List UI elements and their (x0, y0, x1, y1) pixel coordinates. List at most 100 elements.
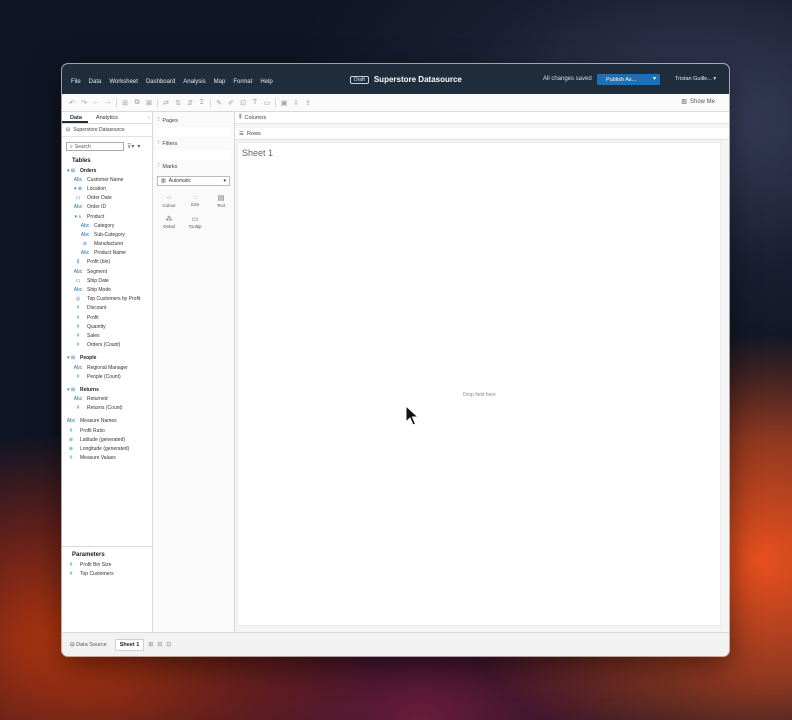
pages-card[interactable]: ⫶ Pages (153, 114, 234, 127)
rows-shelf[interactable]: ☰ Rows (235, 128, 729, 140)
menu-item-dashboard[interactable]: Dashboard (146, 79, 175, 85)
field-item[interactable]: Abc Sub-Category (62, 230, 152, 239)
field-item[interactable]: Abc Customer Name (62, 175, 152, 184)
field-item[interactable]: # Orders (Count) (62, 341, 152, 350)
datasource-item[interactable]: ⊟ Superstore Datasource (62, 124, 152, 137)
measure-icon: # (76, 314, 80, 321)
sheet-title[interactable]: Sheet 1 (238, 143, 720, 163)
table-item[interactable]: ▾ ⊞ Returns (62, 385, 152, 394)
totals-icon[interactable]: Σ (198, 99, 206, 107)
publish-as-button[interactable]: Publish As... ▾ (597, 74, 660, 85)
marks-tooltip-button[interactable]: ▭ Tooltip (183, 212, 207, 231)
field-item[interactable]: # Profit (62, 313, 152, 322)
field-item[interactable]: ▾ ⅄ Product (62, 212, 152, 221)
filters-shelf[interactable] (156, 150, 231, 160)
field-item[interactable]: Abc Regional Manager (62, 363, 152, 372)
field-item[interactable]: # Sales (62, 331, 152, 340)
group-icon[interactable]: ⊡ (239, 99, 247, 107)
menu-item-analysis[interactable]: Analysis (183, 79, 205, 85)
menu-item-data[interactable]: Data (89, 79, 102, 85)
field-item[interactable]: ⊕ Longitude (generated) (62, 444, 152, 453)
menu-item-help[interactable]: Help (260, 79, 272, 85)
field-item[interactable]: # Quantity (62, 322, 152, 331)
new-worksheet-icon[interactable]: ⊞ (148, 641, 153, 648)
tables-heading: Tables (72, 158, 91, 164)
swap-icon[interactable]: ⇄ (162, 99, 170, 107)
field-item[interactable]: Abc Product Name (62, 249, 152, 258)
tab-data[interactable]: Data (62, 112, 88, 123)
menu-item-worksheet[interactable]: Worksheet (109, 79, 138, 85)
marks-type-value: Automatic (168, 178, 191, 184)
share-icon[interactable]: ⇪ (304, 99, 312, 107)
pen-icon[interactable]: ✐ (227, 99, 235, 107)
duplicate-icon[interactable]: ⧉ (133, 99, 141, 107)
forward-icon[interactable]: → (104, 99, 112, 107)
tab-data-source[interactable]: ⊟ Data Source (66, 640, 111, 650)
parameter-item[interactable]: # Profit Bin Size (62, 560, 153, 569)
clear-icon[interactable]: ⊠ (145, 99, 153, 107)
document-title[interactable]: Superstore Datasource (374, 75, 462, 84)
field-item[interactable]: ▭ Ship Date (62, 276, 152, 285)
field-item[interactable]: # Returns (Count) (62, 404, 152, 413)
highlight-icon[interactable]: ✎ (215, 99, 223, 107)
marks-text-button[interactable]: ▤ Text (209, 191, 233, 210)
field-item[interactable]: ⊘ Manufacturer (62, 240, 152, 249)
field-item[interactable]: Abc Category (62, 221, 152, 230)
marks-detail-button[interactable]: ⁂ Detail (157, 212, 181, 231)
show-me-button[interactable]: ▥ Show Me (681, 98, 715, 106)
tab-sheet-1[interactable]: Sheet 1 (114, 638, 145, 651)
download-icon[interactable]: ⇩ (292, 99, 300, 107)
field-item[interactable]: ⊕ Latitude (generated) (62, 435, 152, 444)
redo-icon[interactable]: ↷ (80, 99, 88, 107)
sheet-canvas[interactable]: Sheet 1 Drop field here (237, 142, 721, 626)
back-icon[interactable]: ← (92, 99, 100, 107)
field-item[interactable]: ▭ Order Date (62, 194, 152, 203)
marks-size-button[interactable]: ◌ Size (183, 191, 207, 210)
dimension-icon: Abc (73, 364, 83, 371)
collapse-icon[interactable]: ‹ (140, 112, 152, 123)
new-dashboard-icon[interactable]: ⊟ (157, 641, 162, 648)
pages-shelf[interactable] (156, 127, 231, 137)
new-story-icon[interactable]: ⊡ (166, 641, 171, 648)
menu-item-map[interactable]: Map (214, 79, 226, 85)
search-input[interactable]: ⌕ Search (66, 142, 124, 151)
field-item[interactable]: Abc Measure Names (62, 417, 152, 426)
field-item[interactable]: # People (Count) (62, 372, 152, 381)
sort-asc-icon[interactable]: ⇅ (174, 99, 182, 107)
field-item[interactable]: ▾ ⊕ Location (62, 184, 152, 193)
table-item[interactable]: ▾ ⊞ Orders (62, 166, 152, 175)
field-label: Manufacturer (94, 241, 124, 248)
field-item[interactable]: # Profit Ratio (62, 426, 152, 435)
labels-icon[interactable]: T (251, 99, 259, 107)
marks-colour-button[interactable]: ⁘ Colour (157, 191, 181, 210)
menu-item-format[interactable]: Format (233, 79, 252, 85)
field-label: Ship Date (87, 277, 109, 284)
new-sheet-icon[interactable]: ⊞ (121, 99, 129, 107)
field-item[interactable]: Abc Returned (62, 395, 152, 404)
columns-shelf[interactable]: ⫼ Columns (235, 112, 729, 124)
presentation-icon[interactable]: ▣ (280, 99, 288, 107)
field-item[interactable]: Abc Segment (62, 267, 152, 276)
filter-icon[interactable]: ⊽▾ (127, 143, 134, 150)
drop-field-hint: Drop field here (463, 392, 496, 398)
chevron-down-icon[interactable]: ▾ (653, 75, 656, 82)
field-list: ▾ ⊞ Orders Abc Customer Name ▾ ⊕ Location ▭ Ord… (62, 166, 152, 463)
field-item[interactable]: Abc Ship Mode (62, 285, 152, 294)
sort-desc-icon[interactable]: ⇵ (186, 99, 194, 107)
filters-card[interactable]: ⫶ Filters (153, 137, 234, 150)
field-item[interactable]: Abc Order ID (62, 203, 152, 212)
fit-icon[interactable]: ▭ (263, 99, 271, 107)
menu-chevron-icon[interactable]: ▾ (137, 143, 140, 150)
field-item[interactable]: # Measure Values (62, 454, 152, 463)
undo-icon[interactable]: ↶ (68, 99, 76, 107)
user-menu[interactable]: Tristan Guille... ▾ (675, 76, 716, 82)
table-item[interactable]: ▾ ⊞ People (62, 354, 152, 363)
parameter-item[interactable]: # Top Customers (62, 569, 153, 578)
field-item[interactable]: ⫼ Profit (bin) (62, 258, 152, 267)
measure-icon: ⊕ (68, 446, 74, 453)
marks-type-select[interactable]: ▥ Automatic ▾ (157, 176, 230, 186)
field-item[interactable]: # Discount (62, 304, 152, 313)
menu-item-file[interactable]: File (71, 79, 81, 85)
tab-analytics[interactable]: Analytics (88, 112, 124, 123)
field-item[interactable]: ◎ Top Customers by Profit (62, 295, 152, 304)
